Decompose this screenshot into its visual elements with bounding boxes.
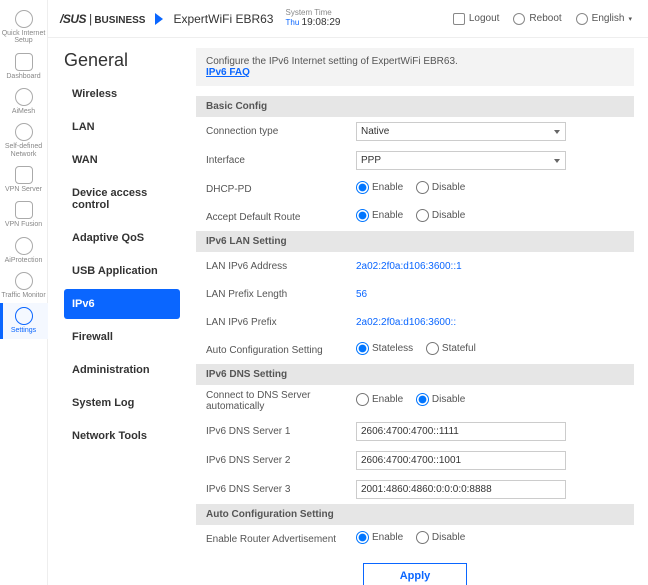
interface-select[interactable]: PPP (356, 151, 566, 170)
adr-enable[interactable]: Enable (356, 209, 403, 222)
notice-box: Configure the IPv6 Internet setting of E… (196, 48, 634, 86)
rail-quick-internet-setup[interactable]: Quick Internet Setup (0, 6, 48, 49)
dashboard-icon (15, 53, 33, 71)
label-lan-prefix-length: LAN Prefix Length (206, 289, 356, 300)
ra-enable[interactable]: Enable (356, 531, 403, 544)
sidebar: General Wireless LAN WAN Device access c… (48, 38, 188, 585)
chevron-down-icon: ▾ (628, 15, 632, 23)
lan-prefix-length-value: 56 (356, 289, 367, 300)
label-dns-auto: Connect to DNS Server automatically (206, 390, 356, 412)
lan-auto-stateless[interactable]: Stateless (356, 342, 413, 355)
label-lan-ipv6-address: LAN IPv6 Address (206, 261, 356, 272)
section-basic-config: Basic Config (196, 96, 634, 117)
dns1-input[interactable] (356, 422, 566, 441)
globe-icon (576, 13, 588, 25)
sidebar-item-device-access-control[interactable]: Device access control (64, 178, 180, 220)
sidebar-item-ipv6[interactable]: IPv6 (64, 289, 180, 319)
gear-icon (15, 307, 33, 325)
connection-type-select[interactable]: Native (356, 122, 566, 141)
content: Configure the IPv6 Internet setting of E… (188, 38, 648, 585)
sidebar-item-lan[interactable]: LAN (64, 112, 180, 142)
dns2-input[interactable] (356, 451, 566, 470)
notice-text: Configure the IPv6 Internet setting of E… (206, 56, 458, 67)
sidebar-item-system-log[interactable]: System Log (64, 388, 180, 418)
rail-aimesh[interactable]: AiMesh (0, 84, 48, 119)
sidebar-item-usb-application[interactable]: USB Application (64, 256, 180, 286)
section-ipv6-lan: IPv6 LAN Setting (196, 231, 634, 252)
adr-disable[interactable]: Disable (416, 209, 465, 222)
apply-button[interactable]: Apply (363, 563, 468, 585)
brand-logo: /SUS | BUSINESS (60, 12, 145, 26)
sidebar-item-wan[interactable]: WAN (64, 145, 180, 175)
chevron-right-icon (155, 13, 163, 25)
logout-button[interactable]: Logout (449, 13, 504, 25)
aimesh-icon (15, 88, 33, 106)
rail-traffic-monitor[interactable]: Traffic Monitor (0, 268, 48, 303)
dns3-input[interactable] (356, 480, 566, 499)
ra-disable[interactable]: Disable (416, 531, 465, 544)
reboot-button[interactable]: Reboot (509, 13, 565, 25)
label-dns2: IPv6 DNS Server 2 (206, 455, 356, 466)
icon-rail: Quick Internet Setup Dashboard AiMesh Se… (0, 0, 48, 585)
section-ipv6-dns: IPv6 DNS Setting (196, 364, 634, 385)
model-name: ExpertWiFi EBR63 (173, 12, 273, 26)
network-icon (15, 123, 33, 141)
shield-icon (15, 237, 33, 255)
label-dns3: IPv6 DNS Server 3 (206, 484, 356, 495)
dhcp-pd-disable[interactable]: Disable (416, 181, 465, 194)
label-accept-default-route: Accept Default Route (206, 212, 356, 223)
rail-dashboard[interactable]: Dashboard (0, 49, 48, 84)
traffic-icon (15, 272, 33, 290)
label-router-adv: Enable Router Advertisement (206, 534, 356, 545)
label-connection-type: Connection type (206, 126, 356, 137)
sidebar-item-adaptive-qos[interactable]: Adaptive QoS (64, 223, 180, 253)
topbar: /SUS | BUSINESS ExpertWiFi EBR63 System … (48, 0, 648, 38)
vpn-server-icon (15, 166, 33, 184)
sidebar-item-firewall[interactable]: Firewall (64, 322, 180, 352)
rail-self-defined-network[interactable]: Self-defined Network (0, 119, 48, 162)
label-dhcp-pd: DHCP-PD (206, 184, 356, 195)
reboot-icon (513, 13, 525, 25)
rail-aiprotection[interactable]: AiProtection (0, 233, 48, 268)
ipv6-faq-link[interactable]: IPv6 FAQ (206, 67, 250, 78)
sidebar-item-wireless[interactable]: Wireless (64, 79, 180, 109)
section-auto-cfg: Auto Configuration Setting (196, 504, 634, 525)
label-lan-auto-cfg: Auto Configuration Setting (206, 345, 356, 356)
rail-settings[interactable]: Settings (0, 303, 48, 338)
globe-icon (15, 10, 33, 28)
rail-vpn-server[interactable]: VPN Server (0, 162, 48, 197)
sidebar-title: General (64, 50, 180, 71)
lan-auto-stateful[interactable]: Stateful (426, 342, 476, 355)
lan-ipv6-address-value: 2a02:2f0a:d106:3600::1 (356, 261, 462, 272)
vpn-fusion-icon (15, 201, 33, 219)
lan-ipv6-prefix-value: 2a02:2f0a:d106:3600:: (356, 317, 456, 328)
label-dns1: IPv6 DNS Server 1 (206, 426, 356, 437)
label-lan-ipv6-prefix: LAN IPv6 Prefix (206, 317, 356, 328)
rail-vpn-fusion[interactable]: VPN Fusion (0, 197, 48, 232)
system-time: System Time Thu 19:08:29 (285, 9, 340, 29)
label-interface: Interface (206, 155, 356, 166)
dns-auto-disable[interactable]: Disable (416, 393, 465, 406)
sidebar-item-network-tools[interactable]: Network Tools (64, 421, 180, 451)
sidebar-item-administration[interactable]: Administration (64, 355, 180, 385)
language-button[interactable]: English ▾ (572, 13, 636, 25)
dhcp-pd-enable[interactable]: Enable (356, 181, 403, 194)
logout-icon (453, 13, 465, 25)
dns-auto-enable[interactable]: Enable (356, 393, 403, 406)
